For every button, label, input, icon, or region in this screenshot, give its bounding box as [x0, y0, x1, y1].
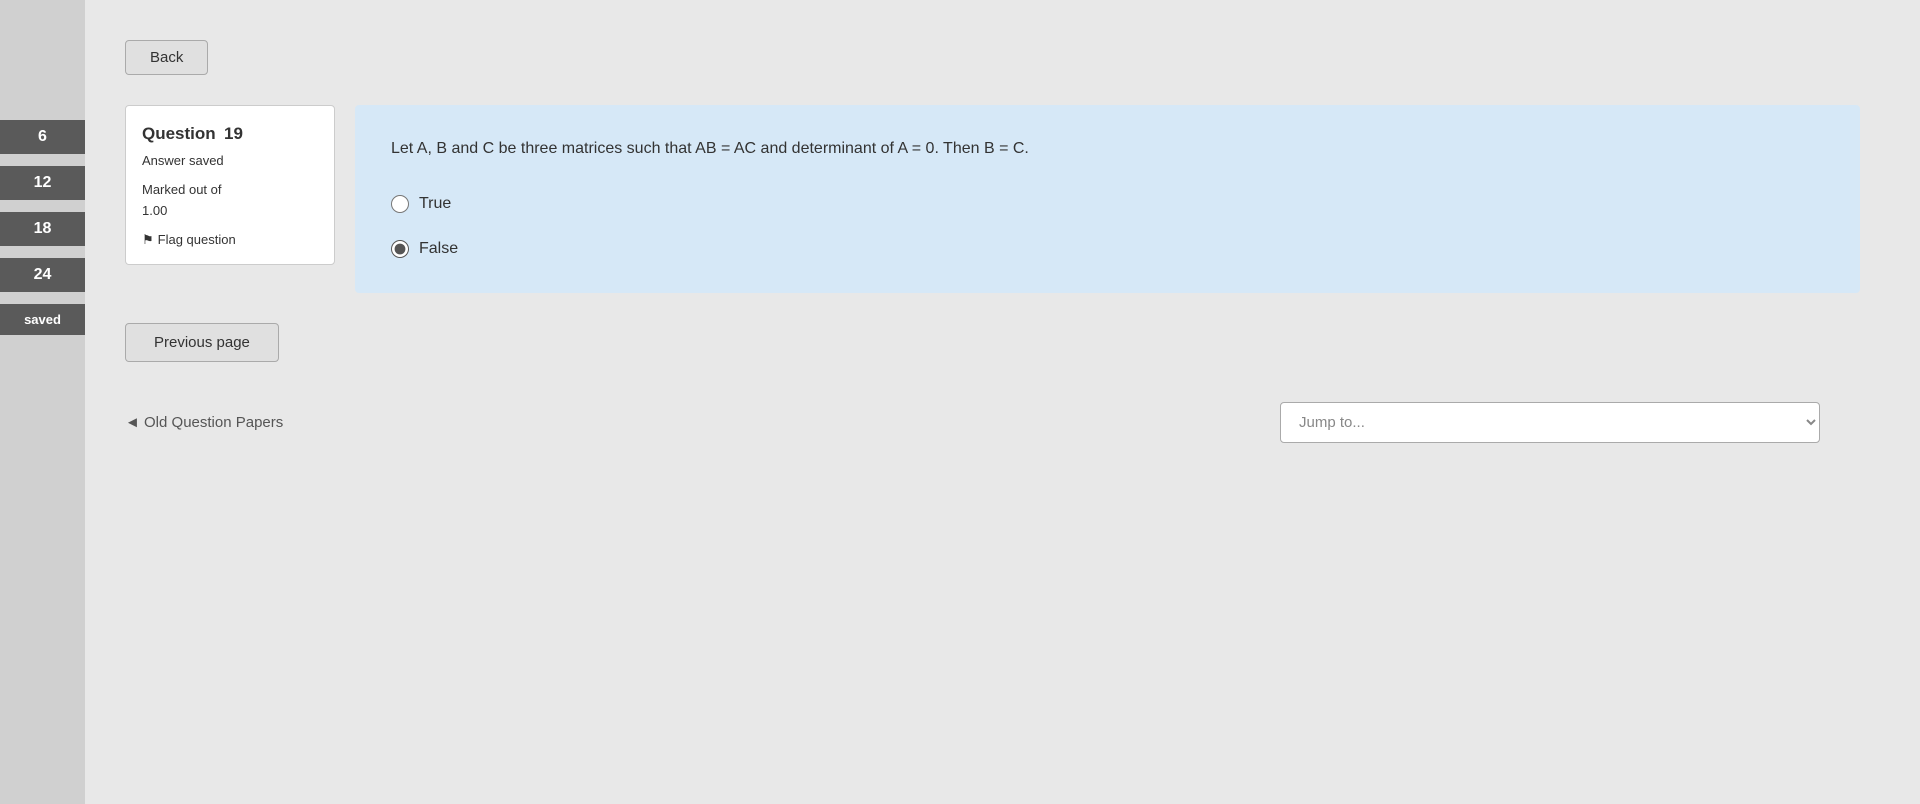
- radio-false[interactable]: [391, 240, 409, 258]
- sidebar-item-18[interactable]: 18: [0, 212, 85, 246]
- question-text: Let A, B and C be three matrices such th…: [391, 135, 1824, 162]
- sidebar-item-12[interactable]: 12: [0, 166, 85, 200]
- question-row: Question 19 Answer saved Marked out of 1…: [125, 105, 1860, 293]
- bottom-section: ◄ Old Question Papers Jump to...: [125, 402, 1860, 443]
- sidebar-item-24[interactable]: 24: [0, 258, 85, 292]
- old-question-papers-link[interactable]: ◄ Old Question Papers: [125, 414, 283, 431]
- option-false[interactable]: False: [391, 235, 1824, 262]
- option-true-label: True: [419, 190, 451, 217]
- sidebar-item-6[interactable]: 6: [0, 120, 85, 154]
- previous-page-button[interactable]: Previous page: [125, 323, 279, 362]
- sidebar-item-saved[interactable]: saved: [0, 304, 85, 335]
- question-content-box: Let A, B and C be three matrices such th…: [355, 105, 1860, 293]
- option-true[interactable]: True: [391, 190, 1824, 217]
- answer-saved-status: Answer saved: [142, 151, 318, 172]
- question-number-value: 19: [224, 124, 243, 143]
- jump-to-select[interactable]: Jump to...: [1280, 402, 1820, 443]
- marked-out: Marked out of 1.00: [142, 180, 318, 222]
- flag-icon: ⚑: [142, 230, 154, 251]
- question-number: Question 19: [142, 120, 318, 147]
- main-content: Back Question 19 Answer saved Marked out…: [85, 0, 1920, 804]
- flag-question-button[interactable]: ⚑ Flag question: [142, 230, 318, 251]
- option-false-label: False: [419, 235, 458, 262]
- radio-true[interactable]: [391, 195, 409, 213]
- question-info-box: Question 19 Answer saved Marked out of 1…: [125, 105, 335, 265]
- sidebar: 6 12 18 24 saved: [0, 0, 85, 804]
- answer-options: True False: [391, 190, 1824, 262]
- back-button[interactable]: Back: [125, 40, 208, 75]
